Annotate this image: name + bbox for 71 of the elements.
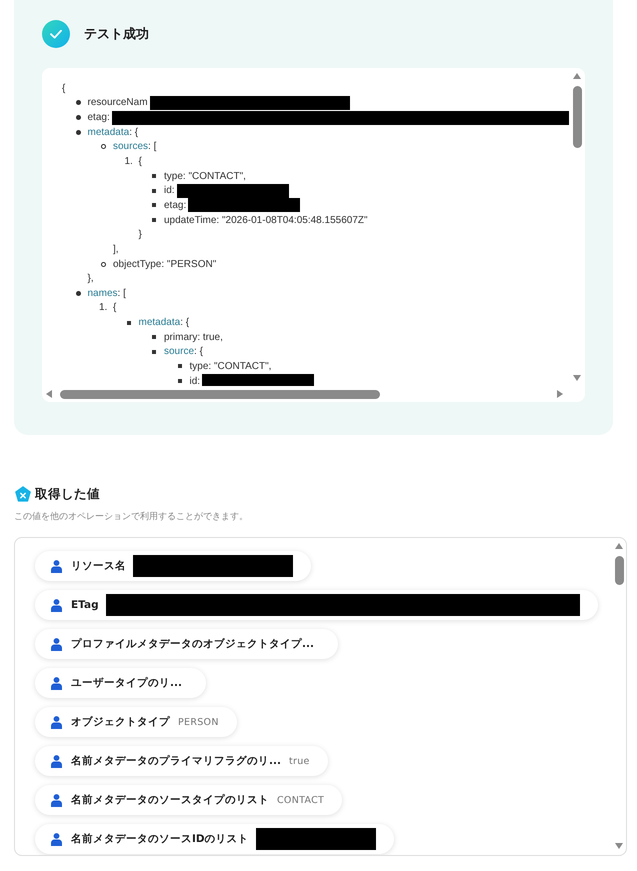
scroll-right-icon[interactable] bbox=[557, 390, 563, 398]
variable-chip[interactable]: 名前メタデータのソースタイプのリスト CONTACT bbox=[35, 785, 342, 815]
bullet-icon bbox=[76, 115, 80, 120]
bullet-icon bbox=[152, 188, 156, 193]
bullet-icon bbox=[178, 364, 182, 368]
person-icon bbox=[51, 832, 62, 846]
section-description: この値を他のオペレーションで利用することができます。 bbox=[14, 511, 248, 524]
scrollbar-thumb[interactable] bbox=[572, 86, 582, 148]
scrollbar-thumb[interactable] bbox=[614, 556, 624, 585]
status-title: テスト成功 bbox=[84, 26, 149, 43]
variable-chip[interactable]: オブジェクトタイプ PERSON bbox=[35, 707, 237, 737]
scrollbar-thumb[interactable] bbox=[60, 390, 380, 398]
list-number: 1. bbox=[99, 302, 108, 314]
json-line: { bbox=[138, 156, 142, 168]
json-line: id: bbox=[164, 185, 175, 196]
json-line: sources: [ bbox=[113, 141, 156, 152]
variable-chip[interactable]: 名前メタデータのソースIDのリスト bbox=[35, 824, 394, 854]
json-line: etag: bbox=[88, 112, 110, 124]
json-line: metadata: { bbox=[138, 317, 190, 328]
bullet-icon bbox=[101, 144, 106, 150]
variable-chip[interactable]: ETag bbox=[35, 590, 598, 620]
person-icon bbox=[51, 754, 62, 768]
person-icon bbox=[51, 794, 62, 806]
list-number: 1. bbox=[124, 156, 134, 168]
json-line: ], bbox=[113, 244, 119, 255]
scroll-down-icon[interactable] bbox=[573, 375, 581, 381]
variable-chip[interactable]: プロファイルメタデータのオブジェクトタイプ... bbox=[35, 629, 338, 659]
json-line: { bbox=[113, 302, 116, 314]
check-circle-icon bbox=[42, 20, 70, 48]
bullet-icon bbox=[152, 218, 156, 222]
scroll-up-icon[interactable] bbox=[573, 73, 581, 79]
bullet-icon bbox=[126, 320, 130, 325]
scroll-left-icon[interactable] bbox=[46, 390, 52, 398]
variable-chip[interactable]: 名前メタデータのプライマリフラグのリ... true bbox=[35, 746, 328, 776]
bullet-icon bbox=[76, 100, 80, 106]
bullet-icon bbox=[101, 262, 106, 266]
json-line: metadata: { bbox=[88, 126, 138, 138]
bullet-icon bbox=[76, 130, 80, 135]
scroll-down-icon[interactable] bbox=[615, 843, 623, 849]
value-text: true bbox=[288, 756, 310, 766]
person-icon bbox=[51, 638, 62, 650]
json-line: resourceNam bbox=[88, 97, 148, 108]
json-line: }, bbox=[88, 273, 94, 284]
bullet-icon bbox=[152, 203, 156, 208]
json-line: id: bbox=[190, 376, 200, 386]
json-line: objectType: "PERSON" bbox=[113, 258, 216, 270]
json-line: source: { bbox=[164, 346, 203, 358]
bullet-icon bbox=[152, 335, 156, 340]
value-text: PERSON bbox=[178, 716, 219, 728]
json-line: type: "CONTACT", bbox=[190, 360, 272, 372]
bullet-icon bbox=[152, 350, 156, 354]
value-text: CONTACT bbox=[277, 794, 324, 806]
json-line: etag: bbox=[164, 200, 186, 211]
bullet-icon bbox=[178, 379, 182, 384]
json-line: } bbox=[138, 229, 142, 240]
scroll-up-icon[interactable] bbox=[615, 543, 623, 549]
person-icon bbox=[51, 598, 62, 612]
json-line: type: "CONTACT", bbox=[164, 170, 246, 182]
person-icon bbox=[51, 676, 62, 690]
json-line: primary: true, bbox=[164, 332, 223, 343]
variable-icon bbox=[15, 486, 31, 502]
variable-chip[interactable]: ユーザータイプのリ... bbox=[35, 668, 206, 698]
json-line: updateTime: "2026-01-08T04:05:48.155607Z" bbox=[164, 214, 368, 226]
person-icon bbox=[51, 560, 62, 572]
json-line: names: [ bbox=[88, 288, 126, 299]
bullet-icon bbox=[76, 290, 80, 296]
variable-chip[interactable]: リソース名 bbox=[35, 551, 311, 581]
json-line: { bbox=[62, 82, 66, 94]
person-icon bbox=[51, 716, 62, 728]
bullet-icon bbox=[152, 174, 156, 178]
section-title: 取得した値 bbox=[35, 486, 100, 502]
